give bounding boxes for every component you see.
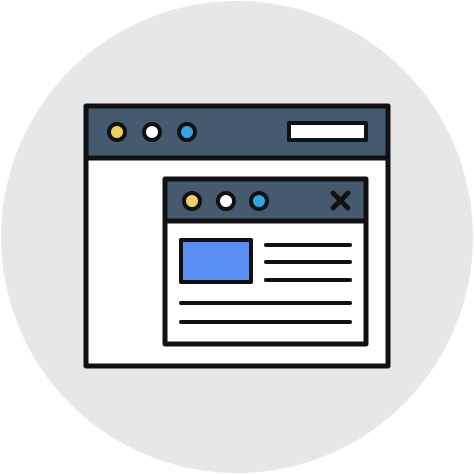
main-window-dot-white-icon: [142, 122, 162, 142]
address-bar: [287, 121, 368, 142]
popup-dot-white-icon: [216, 191, 236, 211]
main-window-dot-blue-icon: [177, 122, 197, 142]
browser-popup-window-icon: [1, 1, 473, 473]
popup-dot-blue-icon: [249, 191, 269, 211]
popup-dot-yellow-icon: [182, 191, 202, 211]
image-placeholder-icon: [179, 238, 253, 284]
main-window-dot-yellow-icon: [107, 122, 127, 142]
popup-window: [162, 176, 369, 347]
icon-canvas: [0, 0, 474, 474]
